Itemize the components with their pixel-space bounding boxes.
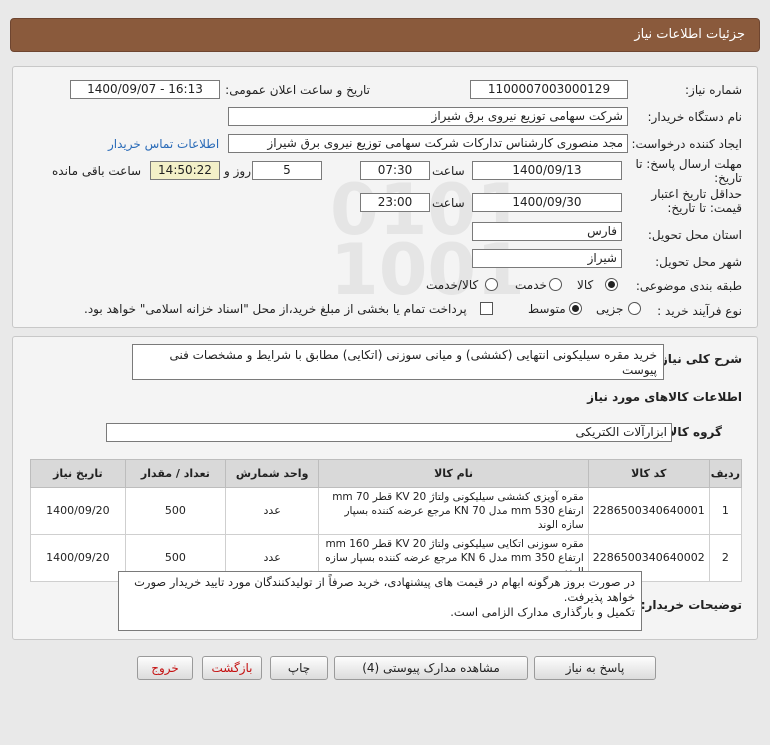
col-row: ردیف: [708, 459, 743, 488]
deadline-label-2: تاریخ:: [714, 171, 742, 185]
validity-date-field: 1400/09/30: [472, 193, 622, 212]
need-number-label: شماره نیاز:: [685, 83, 742, 97]
treasury-payment-note: پرداخت تمام یا بخشی از مبلغ خرید،از محل …: [84, 302, 467, 316]
buyer-notes-line1: در صورت بروز هرگونه ابهام در قیمت های پی…: [134, 575, 635, 604]
col-unit: واحد شمارش: [224, 459, 320, 488]
item-code: 2286500340640001: [587, 487, 710, 535]
deadline-time-field: 07:30: [360, 161, 430, 180]
print-button[interactable]: چاپ: [270, 656, 328, 680]
days-label: روز و: [224, 164, 251, 178]
deadline-label-1: مهلت ارسال پاسخ: تا: [635, 157, 742, 171]
page-title: جزئیات اطلاعات نیاز: [634, 27, 745, 42]
category-option-goods-service: کالا/خدمت: [426, 278, 479, 292]
process-option-minor: جزیی: [596, 302, 624, 316]
summary-label: شرح کلی نیاز:: [656, 352, 742, 366]
col-date: تاریخ نیاز: [30, 459, 126, 488]
row-number: 2: [708, 534, 743, 582]
creator-field: مجد منصوری کارشناس تدارکات شرکت سهامی تو…: [228, 134, 628, 153]
category-radio-goods-service[interactable]: [485, 278, 498, 291]
col-name: نام کالا: [318, 459, 589, 488]
goods-group-label: گروه کالا:: [663, 425, 722, 439]
goods-table: ردیف کد کالا نام کالا واحد شمارش تعداد /…: [30, 459, 743, 582]
province-label: استان محل تحویل:: [647, 228, 742, 242]
process-radio-minor[interactable]: [628, 302, 641, 315]
buyer-contact-link[interactable]: اطلاعات تماس خریدار: [108, 137, 219, 151]
need-number-field: 1100007003000129: [470, 80, 628, 99]
goods-group-field: ابزارآلات الکتریکی: [106, 423, 672, 442]
creator-label: ایجاد کننده درخواست:: [631, 137, 742, 151]
city-label: شهر محل تحویل:: [655, 255, 742, 269]
deadline-time-label: ساعت: [432, 164, 465, 178]
table-row[interactable]: 1 2286500340640001 مقره آویزی کششی سیلیک…: [30, 487, 743, 535]
city-field: شیراز: [472, 249, 622, 268]
item-unit: عدد: [224, 487, 320, 535]
reply-button[interactable]: پاسخ به نیاز: [534, 656, 656, 680]
announce-label: تاریخ و ساعت اعلان عمومی:: [225, 83, 370, 97]
category-option-service: خدمت: [515, 278, 547, 292]
back-button[interactable]: بازگشت: [202, 656, 262, 680]
buyer-label: نام دستگاه خریدار:: [647, 110, 743, 124]
item-date: 1400/09/20: [30, 534, 126, 582]
goods-section-title: اطلاعات کالاهای مورد نیاز: [587, 390, 742, 404]
goods-table-header: ردیف کد کالا نام کالا واحد شمارش تعداد /…: [30, 459, 743, 488]
validity-label-2: قیمت: تا تاریخ:: [667, 201, 742, 215]
category-label: طبقه بندی موضوعی:: [635, 279, 742, 293]
exit-button[interactable]: خروج: [137, 656, 193, 680]
category-radio-goods[interactable]: [605, 278, 618, 291]
remaining-label: ساعت باقی مانده: [52, 164, 142, 178]
category-radio-service[interactable]: [549, 278, 562, 291]
treasury-payment-checkbox[interactable]: [480, 302, 493, 315]
buyer-field: شرکت سهامی توزیع نیروی برق شیراز: [228, 107, 628, 126]
row-number: 1: [708, 487, 743, 535]
validity-time-label: ساعت: [432, 196, 465, 210]
buyer-notes-label: توضیحات خریدار:: [640, 598, 742, 612]
process-label: نوع فرآیند خرید :: [657, 304, 742, 318]
announce-field: 1400/09/07 - 16:13: [70, 80, 220, 99]
item-name: مقره آویزی کششی سیلیکونی ولتاژ KV 20 قطر…: [318, 487, 589, 535]
days-field: 5: [252, 161, 322, 180]
buyer-notes-line2: تکمیل و بارگذاری مدارک الزامی است.: [450, 605, 635, 619]
page-header: جزئیات اطلاعات نیاز: [10, 18, 760, 52]
summary-box: خرید مقره سیلیکونی انتهایی (کششی) و میان…: [132, 344, 664, 380]
item-date: 1400/09/20: [30, 487, 126, 535]
process-option-medium: متوسط: [528, 302, 566, 316]
province-field: فارس: [472, 222, 622, 241]
col-qty: تعداد / مقدار: [124, 459, 226, 488]
buyer-notes-box: در صورت بروز هرگونه ابهام در قیمت های پی…: [118, 571, 642, 631]
item-qty: 500: [124, 487, 226, 535]
process-radio-medium[interactable]: [569, 302, 582, 315]
deadline-date-field: 1400/09/13: [472, 161, 622, 180]
remaining-time-field: 14:50:22: [150, 161, 220, 180]
attachments-button[interactable]: مشاهده مدارک پیوستی (4): [334, 656, 528, 680]
summary-text: خرید مقره سیلیکونی انتهایی (کششی) و میان…: [169, 348, 657, 377]
validity-time-field: 23:00: [360, 193, 430, 212]
category-option-goods: کالا: [577, 278, 594, 292]
validity-label-1: حداقل تاریخ اعتبار: [651, 187, 742, 201]
col-code: کد کالا: [587, 459, 710, 488]
